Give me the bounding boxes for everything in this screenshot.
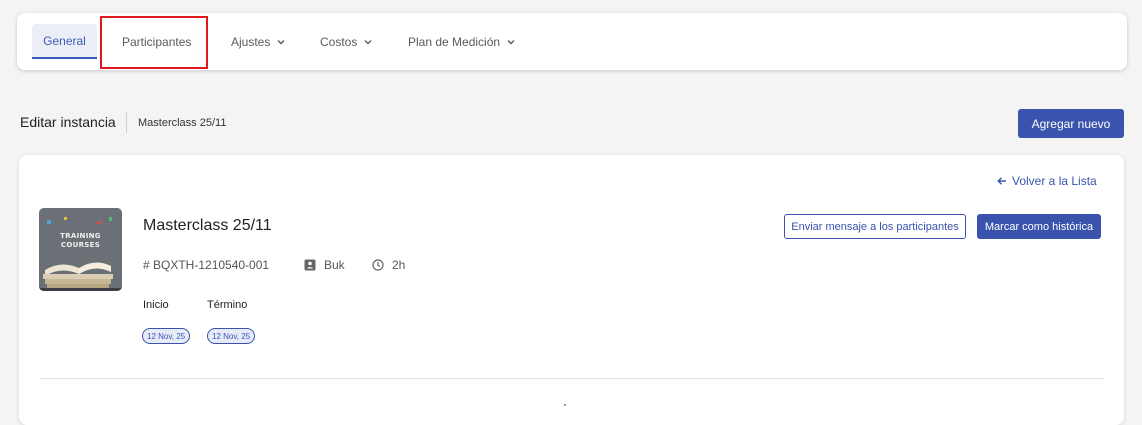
mark-historic-button[interactable]: Marcar como histórica: [977, 214, 1101, 239]
end-date-label: Término: [207, 299, 248, 311]
loading-dot: [564, 404, 566, 406]
add-new-button[interactable]: Agregar nuevo: [1018, 109, 1124, 138]
course-title: Masterclass 25/11: [143, 217, 272, 234]
chevron-down-icon: [364, 39, 372, 44]
course-duration: 2h: [372, 258, 405, 272]
title-divider: [126, 112, 127, 133]
course-owner-text: Buk: [324, 258, 345, 272]
tab-participantes-label: Participantes: [122, 34, 192, 49]
tab-ajustes-label: Ajustes: [231, 34, 271, 49]
arrow-left-icon: [997, 177, 1006, 185]
id-card-icon: [304, 259, 316, 271]
top-nav: General Participantes Ajustes Costos Pla…: [17, 13, 1127, 70]
tab-ajustes[interactable]: Ajustes: [231, 13, 286, 70]
breadcrumb: Masterclass 25/11: [138, 117, 227, 129]
tab-costos-label: Costos: [320, 34, 358, 49]
tab-general[interactable]: General: [32, 24, 97, 59]
thumbnail-text-2: COURSES: [60, 241, 101, 249]
card-divider: [39, 378, 1105, 379]
tab-plan-medicion-label: Plan de Medición: [408, 34, 501, 49]
clock-icon: [372, 259, 384, 271]
course-code-text: # BQXTH-1210540-001: [143, 258, 270, 272]
course-code: # BQXTH-1210540-001: [143, 258, 269, 272]
start-date-badge: 12 Nov, 25: [142, 328, 191, 344]
tab-participantes[interactable]: Participantes: [122, 13, 191, 70]
books-image: [39, 208, 122, 291]
tab-general-label: General: [43, 33, 86, 48]
course-thumbnail: TRAINING COURSES: [39, 208, 122, 291]
course-duration-text: 2h: [392, 258, 406, 272]
thumbnail-text-1: TRAINING: [60, 232, 101, 240]
back-link-label: Volver a la Lista: [1012, 174, 1097, 188]
send-message-button[interactable]: Enviar mensaje a los participantes: [784, 214, 966, 239]
chevron-down-icon: [277, 39, 285, 44]
start-date-label: Inicio: [143, 299, 169, 311]
chevron-down-icon: [507, 39, 515, 44]
instance-card: Volver a la Lista TRAINING COURSES Maste…: [19, 155, 1124, 425]
tab-costos[interactable]: Costos: [320, 13, 373, 70]
back-to-list-link[interactable]: Volver a la Lista: [997, 174, 1097, 188]
tab-plan-medicion[interactable]: Plan de Medición: [408, 13, 516, 70]
course-owner: Buk: [304, 258, 345, 272]
end-date-badge: 12 Nov, 25: [207, 328, 256, 344]
page-title: Editar instancia: [20, 114, 116, 130]
